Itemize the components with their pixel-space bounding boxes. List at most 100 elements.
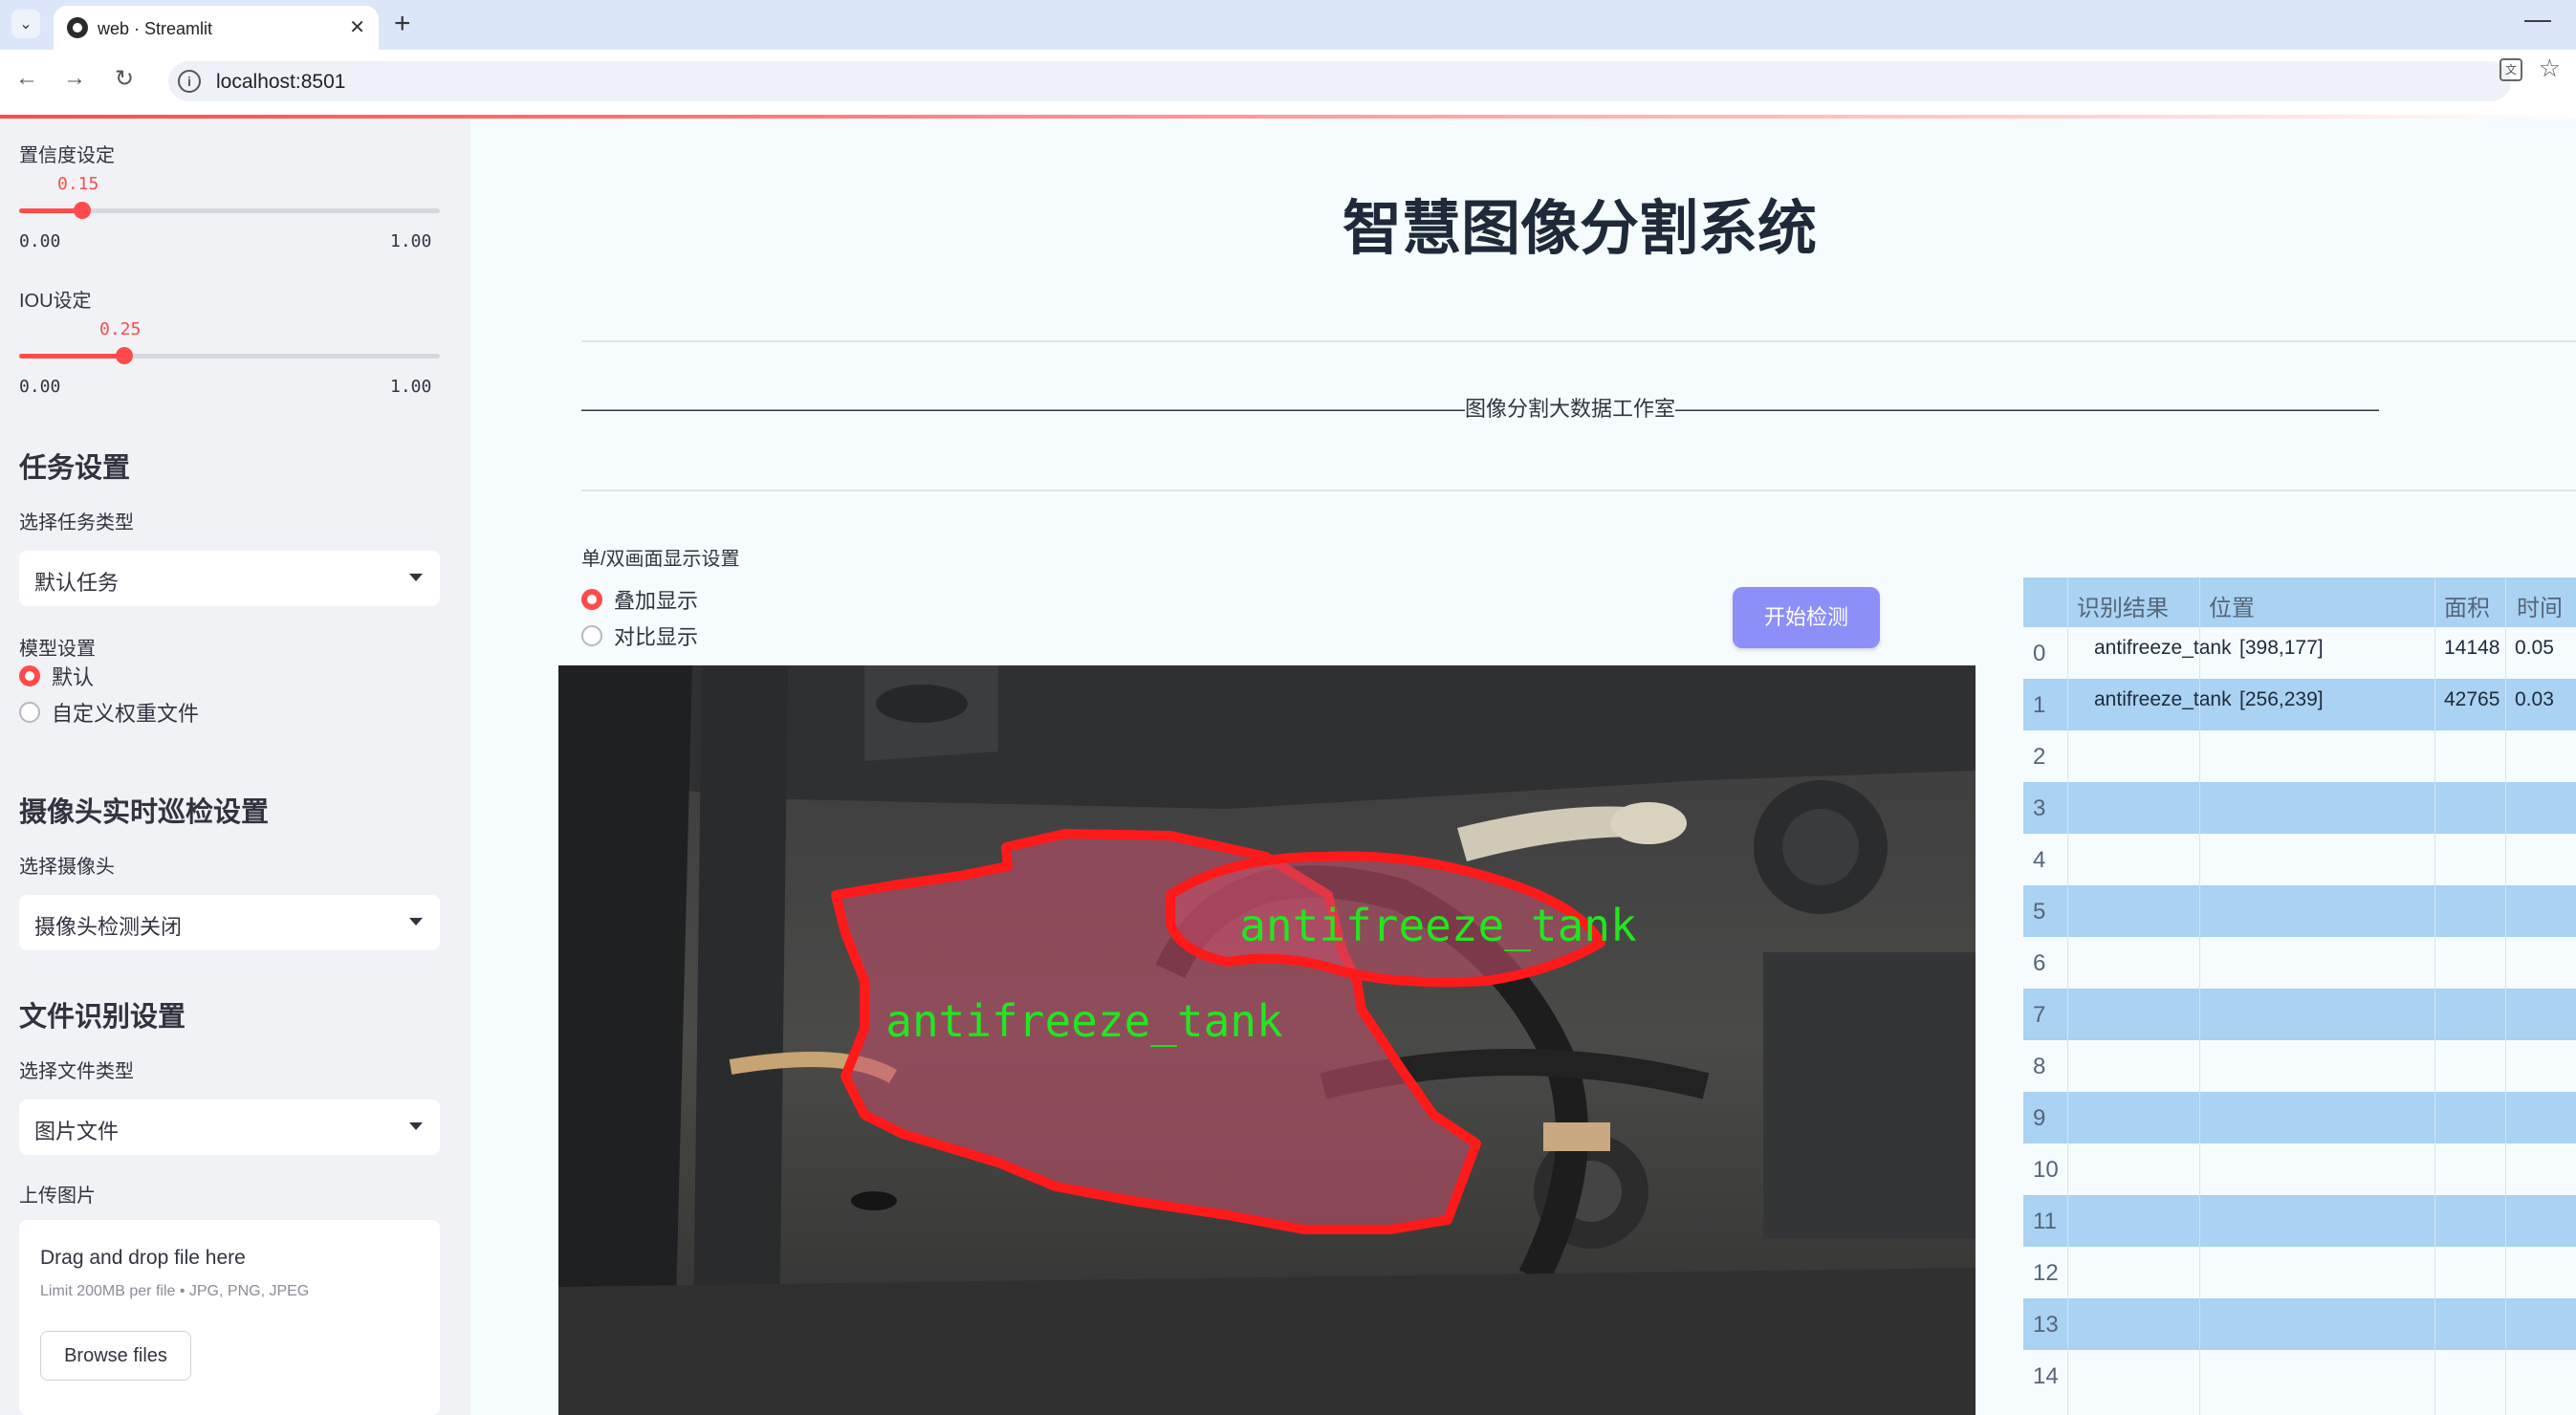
task-type-label: 选择任务类型 [19,512,134,533]
column-divider [2199,577,2200,1415]
translate-icon[interactable]: 文 [2500,58,2522,81]
tab-list-dropdown-icon[interactable]: ⌄ [11,10,40,38]
table-row[interactable]: 13 [2023,1298,2576,1350]
column-divider [2067,577,2068,1415]
studio-subtitle: ————————————————————————————————————————… [581,397,2379,421]
table-cell-area: 14148 [2444,637,2500,659]
display-option-label: 对比显示 [614,625,699,649]
column-header: 位置 [2209,596,2255,621]
url-text[interactable]: localhost:8501 [216,71,345,94]
detection-label: antifreeze_tank [885,995,1282,1047]
file-type-value: 图片文件 [34,1120,120,1143]
table-row[interactable]: 1 antifreeze_tank [256,239] 42765 0.03 [2023,679,2576,730]
iou-min: 0.00 [19,377,61,397]
row-index: 8 [2033,1054,2046,1079]
row-index: 1 [2033,692,2046,718]
divider [581,490,2576,491]
site-info-icon[interactable]: i [178,70,201,93]
url-field[interactable]: i localhost:8501 [168,61,2511,101]
display-option-label: 叠加显示 [614,589,699,613]
radio-selected-icon[interactable] [581,589,602,610]
tab-close-icon[interactable]: ✕ [349,15,365,39]
upload-label: 上传图片 [19,1186,96,1207]
table-row[interactable]: 11 [2023,1195,2576,1247]
row-index: 12 [2033,1260,2059,1286]
engine-bay-photo: antifreeze_tank antifreeze_tank [558,665,1976,1415]
table-row[interactable]: 8 [2023,1040,2576,1092]
table-header: 识别结果 位置 面积 时间 [2023,577,2576,627]
display-mode-label: 单/双画面显示设置 [581,549,740,570]
file-type-label: 选择文件类型 [19,1061,134,1082]
table-row[interactable]: 10 [2023,1143,2576,1195]
uploader-title: Drag and drop file here [40,1247,246,1269]
confidence-slider[interactable] [19,202,440,219]
confidence-min: 0.00 [19,231,61,251]
table-row[interactable]: 9 [2023,1092,2576,1143]
radio-unselected-icon[interactable] [581,625,602,646]
table-cell-position: [256,239] [2239,688,2324,710]
new-tab-icon[interactable]: + [394,8,411,40]
row-index: 14 [2033,1363,2059,1389]
row-index: 7 [2033,1002,2046,1028]
back-arrow-icon[interactable]: ← [15,65,38,92]
file-section-heading: 文件识别设置 [19,1002,186,1033]
iou-value: 0.25 [99,319,142,339]
table-row[interactable]: 14 [2023,1350,2576,1402]
display-option-compare[interactable]: 对比显示 [581,621,698,650]
iou-slider-thumb[interactable] [116,347,133,364]
column-header: 时间 [2517,596,2563,621]
file-type-select[interactable]: 图片文件 [19,1099,440,1155]
confidence-label: 置信度设定 [19,145,115,166]
iou-label: IOU设定 [19,291,92,312]
chevron-down-icon [409,1122,423,1130]
model-option-label: 默认 [52,665,95,689]
address-bar: ← → ↻ i localhost:8501 文 ☆ [0,50,2576,115]
column-header: 识别结果 [2077,596,2169,621]
browse-files-button[interactable]: Browse files [40,1331,191,1381]
results-table[interactable]: 识别结果 位置 面积 时间 0 antifreeze_tank [398,177] 1… [2023,577,2576,1415]
table-row[interactable]: 3 [2023,782,2576,834]
iou-slider[interactable] [19,347,440,364]
row-index: 0 [2033,641,2046,666]
tab-title: web · Streamlit [98,19,213,38]
iou-max: 1.00 [390,377,432,397]
table-row[interactable]: 12 [2023,1247,2576,1298]
model-option-custom[interactable]: 自定义权重文件 [19,698,199,727]
table-row[interactable]: 0 antifreeze_tank [398,177] 14148 0.05 [2023,627,2576,679]
row-index: 2 [2033,744,2046,770]
table-cell-result: antifreeze_tank [2094,637,2232,659]
column-header: 面积 [2444,596,2490,621]
chevron-down-icon [409,574,423,581]
browser-tab-bar: ⌄ web · Streamlit ✕ + — [0,0,2576,50]
table-row[interactable]: 7 [2023,989,2576,1040]
file-uploader-dropzone[interactable]: Drag and drop file here Limit 200MB per … [19,1220,440,1415]
task-type-value: 默认任务 [34,571,120,595]
table-row[interactable]: 4 [2023,834,2576,885]
task-type-select[interactable]: 默认任务 [19,551,440,606]
forward-arrow-icon[interactable]: → [63,65,86,92]
display-option-overlay[interactable]: 叠加显示 [581,585,698,614]
confidence-value: 0.15 [57,174,99,194]
table-cell-time: 0.03 [2515,688,2554,710]
radio-unselected-icon[interactable] [19,702,40,723]
window-minimize-icon[interactable]: — [2524,4,2551,34]
browser-tab[interactable]: web · Streamlit ✕ [54,6,379,50]
table-cell-area: 42765 [2444,688,2500,710]
row-index: 11 [2033,1208,2057,1234]
table-row[interactable]: 2 [2023,730,2576,782]
row-index: 10 [2033,1157,2059,1183]
start-detection-button[interactable]: 开始检测 [1733,587,1880,648]
reload-icon[interactable]: ↻ [115,65,134,93]
chevron-down-icon [409,918,423,925]
radio-selected-icon[interactable] [19,665,40,686]
table-row[interactable]: 6 [2023,937,2576,989]
main-content: 智慧图像分割系统 ———————————————————————————————… [470,119,2576,1415]
task-section-heading: 任务设置 [19,453,131,484]
confidence-slider-thumb[interactable] [74,202,91,219]
table-row[interactable]: 5 [2023,885,2576,937]
camera-select[interactable]: 摄像头检测关闭 [19,895,440,950]
camera-label: 选择摄像头 [19,857,115,878]
bookmark-star-icon[interactable]: ☆ [2539,54,2561,83]
model-option-default[interactable]: 默认 [19,662,94,690]
iou-slider-fill [19,354,124,359]
